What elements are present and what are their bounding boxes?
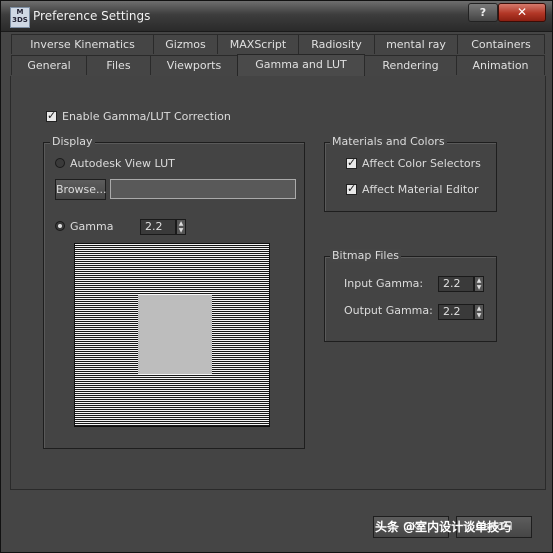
title-bar[interactable]: M 3DS Preference Settings ? ✕ xyxy=(1,1,552,32)
tab-animation[interactable]: Animation xyxy=(456,55,545,75)
output-gamma-label: Output Gamma: xyxy=(344,304,433,317)
gamma-radio[interactable] xyxy=(55,221,65,231)
tab-gamma-and-lut[interactable]: Gamma and LUT xyxy=(237,54,365,76)
affect-material-editor-label: Affect Material Editor xyxy=(362,183,479,196)
lut-path-field[interactable] xyxy=(110,179,296,199)
bitmap-files-group xyxy=(324,256,497,342)
close-button[interactable]: ✕ xyxy=(498,3,546,22)
tab-inverse-kinematics[interactable]: Inverse Kinematics xyxy=(11,34,154,54)
affect-color-selectors-label: Affect Color Selectors xyxy=(362,157,481,170)
help-button[interactable]: ? xyxy=(468,3,498,22)
gamma-preview-pattern xyxy=(74,243,270,427)
output-gamma-spinner-value[interactable]: 2.2 xyxy=(438,304,474,320)
enable-gamma-checkbox[interactable] xyxy=(46,109,57,122)
output-gamma-spinner-arrows-icon[interactable]: ▲ ▼ xyxy=(474,304,484,320)
tab-mental-ray[interactable]: mental ray xyxy=(374,34,458,54)
materials-colors-legend: Materials and Colors xyxy=(330,135,447,148)
gamma-label: Gamma xyxy=(70,220,114,233)
watermark-text: 头条 @室内设计谈单技巧 xyxy=(375,520,512,534)
tab-files[interactable]: Files xyxy=(86,55,151,75)
tab-rendering[interactable]: Rendering xyxy=(364,55,457,75)
materials-colors-group xyxy=(324,142,497,212)
gamma-preview-gray-square xyxy=(138,295,212,374)
input-gamma-spinner-value[interactable]: 2.2 xyxy=(438,276,474,292)
gamma-spinner-arrows-icon[interactable]: ▲ ▼ xyxy=(176,219,186,235)
tab-gizmos[interactable]: Gizmos xyxy=(153,34,218,54)
tab-general[interactable]: General xyxy=(11,55,87,75)
bitmap-files-legend: Bitmap Files xyxy=(330,249,401,262)
tab-maxscript[interactable]: MAXScript xyxy=(217,34,299,54)
affect-color-selectors-checkbox[interactable] xyxy=(346,156,357,169)
preference-settings-window: M 3DS Preference Settings ? ✕ Inverse Kin… xyxy=(0,0,553,553)
gamma-spinner-value[interactable]: 2.2 xyxy=(140,219,176,235)
tab-radiosity[interactable]: Radiosity xyxy=(298,34,375,54)
input-gamma-label: Input Gamma: xyxy=(344,277,424,290)
tab-viewports[interactable]: Viewports xyxy=(150,55,238,75)
enable-gamma-label: Enable Gamma/LUT Correction xyxy=(62,110,231,123)
affect-material-editor-checkbox[interactable] xyxy=(346,182,357,195)
app-icon: M 3DS xyxy=(10,7,30,28)
browse-button[interactable]: Browse... xyxy=(55,179,107,200)
display-legend: Display xyxy=(50,135,95,148)
autodesk-lut-radio[interactable] xyxy=(55,158,65,168)
autodesk-lut-label: Autodesk View LUT xyxy=(70,157,175,170)
window-title: Preference Settings xyxy=(33,9,151,23)
tab-containers[interactable]: Containers xyxy=(457,34,545,54)
input-gamma-spinner-arrows-icon[interactable]: ▲ ▼ xyxy=(474,276,484,292)
